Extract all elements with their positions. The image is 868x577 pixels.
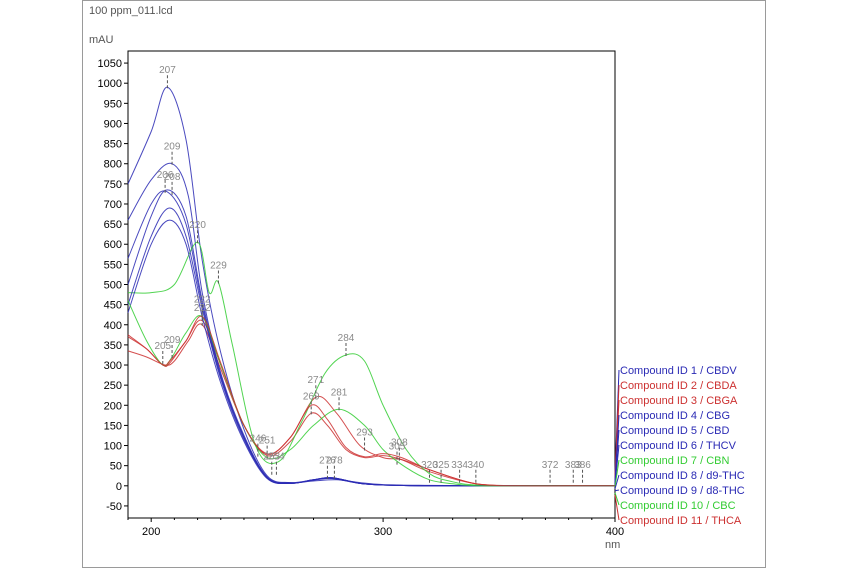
peak-label: 325 [433,460,450,471]
y-tick-label: 750 [104,179,122,191]
legend-entry-3: Compound ID 3 / CBGA [620,395,738,407]
series-line-9 [127,219,615,487]
y-tick-label: 0 [116,481,122,493]
y-tick-label: 550 [104,259,122,271]
y-tick-label: 600 [104,239,122,251]
y-tick-label: 800 [104,159,122,171]
peak-label: 340 [468,460,485,471]
y-tick-label: 900 [104,118,122,130]
peak-label: 209 [164,142,181,153]
y-tick-label: 350 [104,340,122,352]
y-tick-label: 1000 [98,78,122,90]
peak-label: 278 [326,456,343,467]
legend-entry-1: Compound ID 1 / CBDV [620,365,737,377]
legend-entry-9: Compound ID 9 / d8-THC [620,485,745,497]
y-tick-label: 650 [104,219,122,231]
chart-frame: 100 ppm_011.lcd mAU -50 0 50 100 150 200 250 30… [82,0,766,568]
legend-entry-4: Compound ID 4 / CBG [620,410,730,422]
legend-entry-11: Compound ID 11 / THCA [620,515,742,527]
legend-entry-6: Compound ID 6 / THCV [620,440,737,452]
peak-label: 229 [210,260,227,271]
y-tick-label: 400 [104,320,122,332]
peak-label: 284 [338,333,355,344]
peak-label: 305 [389,442,406,453]
peak-label: 271 [307,375,324,386]
peak-label: 386 [574,460,591,471]
peak-label: 251 [259,436,276,447]
y-tick-label: -50 [106,501,122,513]
peak-label: 334 [451,460,468,471]
x-tick-label: 300 [374,526,392,538]
y-tick-label: 150 [104,420,122,432]
legend-entry-7: Compound ID 7 / CBN [620,455,729,467]
legend-entry-8: Compound ID 8 / d9-THC [620,470,745,482]
peak-label: 220 [189,220,206,231]
y-tick-label: 850 [104,139,122,151]
x-tick-label: 400 [606,526,624,538]
peak-label: 269 [303,391,320,402]
y-tick-label: 50 [110,461,122,473]
peak-label: 254 [268,452,285,463]
y-tick-label: 100 [104,441,122,453]
y-tick-label: 500 [104,280,122,292]
y-tick-label: 700 [104,199,122,211]
legend-entry-10: Compound ID 10 / CBC [620,500,736,512]
peak-label: 207 [159,65,176,76]
x-axis-label: nm [605,539,620,551]
peak-label: 205 [154,341,171,352]
legend-entry-2: Compound ID 2 / CBDA [620,380,737,392]
peak-label: 208 [164,172,181,183]
peak-label: 222 [194,303,211,314]
x-tick-label: 200 [142,526,160,538]
series-line-4 [127,190,615,487]
peak-label: 372 [542,460,559,471]
spectrum-chart: -50 0 50 100 150 200 250 300 350 400 450 500 550 600 6… [98,50,745,551]
series-line-5 [127,189,615,487]
y-tick-label: 300 [104,360,122,372]
series-line-7 [127,241,615,487]
series-line-10 [127,300,615,487]
y-tick-label: 950 [104,98,122,110]
legend-connector [614,489,620,492]
y-tick-label: 450 [104,300,122,312]
legend-entry-5: Compound ID 5 / CBD [620,425,729,437]
y-tick-label: 200 [104,400,122,412]
y-tick-label: 1050 [98,58,122,70]
peak-label: 281 [331,387,348,398]
peak-label: 293 [356,428,373,439]
y-tick-label: 250 [104,380,122,392]
